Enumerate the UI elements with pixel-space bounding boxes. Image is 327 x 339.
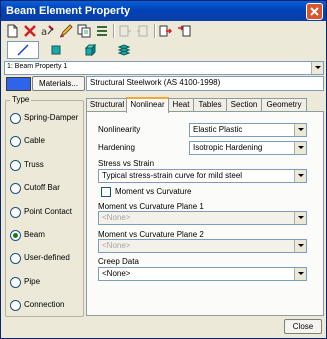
type-group-legend: Type [10,95,32,104]
creep-data-label: Creep Data [98,257,139,266]
line-display-icon [17,44,29,56]
tab-structural[interactable]: Structural [86,98,128,111]
rename-icon[interactable]: a [41,24,55,38]
radio-icon [10,300,21,311]
material-color-swatch[interactable] [6,77,31,91]
hardening-label: Hardening [98,143,135,152]
radio-label: Truss [24,160,44,169]
close-button[interactable]: Close [284,319,322,334]
material-field[interactable]: Structural Steelwork (AS 4100-1998) [86,76,324,91]
radio-label: Pipe [24,277,41,286]
moment-curvature-label: Moment vs Curvature [115,187,192,196]
import-from-icon[interactable] [177,24,191,38]
layered-icon[interactable] [117,43,131,57]
radio-label: Spring-Damper [24,113,79,122]
tab-geometry[interactable]: Geometry [261,98,307,111]
solid-square-icon[interactable] [49,43,63,57]
toolbar-separator [154,24,156,38]
hardening-select[interactable]: Isotropic Hardening [189,141,307,155]
delete-icon[interactable] [23,24,37,38]
tab-tables[interactable]: Tables [193,98,227,111]
export-to-icon[interactable] [159,24,173,38]
chevron-down-icon[interactable] [294,142,306,154]
radio-label: Connection [24,300,65,309]
radio-icon [10,207,21,218]
export-icon[interactable] [136,24,150,38]
solid-cube-icon[interactable] [83,43,97,57]
radio-icon [10,160,21,171]
close-icon [310,7,319,16]
chevron-down-icon[interactable] [294,240,306,252]
nonlinear-panel: Nonlinearity Elastic Plastic Hardening I… [86,111,324,316]
title-bar[interactable]: Beam Element Property [1,1,326,21]
radio-icon [10,253,21,264]
plane2-label: Moment vs Curvature Plane 2 [98,230,204,239]
toolbar-separator [113,24,115,38]
radio-icon [10,277,21,288]
plane1-select[interactable]: <None> [98,211,307,225]
plane1-label: Moment vs Curvature Plane 1 [98,202,204,211]
plane1-value: <None> [102,213,131,222]
property-select-value: 1: Beam Property 1 [7,63,68,70]
copy-icon[interactable] [77,24,91,38]
creep-data-select[interactable]: <None> [98,267,307,281]
window-close-button[interactable] [306,3,323,20]
radio-selected-dot [13,233,18,238]
radio-label: User-defined [24,253,70,262]
radio-icon [10,183,21,194]
toolbar-actions: a [1,22,326,40]
radio-label: Point Contact [24,207,73,216]
window-title: Beam Element Property [6,5,131,17]
beam-element-property-window: Beam Element Property a 1: Beam Property… [0,0,327,339]
tab-section[interactable]: Section [226,98,262,111]
stress-strain-label: Stress vs Strain [98,159,155,168]
property-tabs: Structural Nonlinear Heat Tables Section… [86,97,323,113]
radio-label: Beam [24,230,45,239]
plane2-value: <None> [102,241,131,250]
edit-icon[interactable] [59,24,73,38]
radio-icon [10,230,21,241]
nonlinearity-select[interactable]: Elastic Plastic [189,123,307,137]
new-icon[interactable] [5,24,19,38]
moment-curvature-checkbox[interactable] [101,187,111,197]
radio-label: Cutoff Bar [24,183,60,192]
list-icon[interactable] [95,24,109,38]
chevron-down-icon[interactable] [294,268,306,280]
plane2-select[interactable]: <None> [98,239,307,253]
chevron-down-icon[interactable] [294,170,306,182]
creep-data-value: <None> [102,269,131,278]
chevron-down-icon[interactable] [294,212,306,224]
property-select[interactable]: 1: Beam Property 1 [4,61,324,75]
tab-nonlinear[interactable]: Nonlinear [126,97,169,113]
toolbar-display [1,41,326,59]
nonlinearity-value: Elastic Plastic [193,125,243,134]
material-value: Structural Steelwork (AS 4100-1998) [90,78,221,87]
hardening-value: Isotropic Hardening [193,143,263,152]
type-group: Type Spring-Damper Cable Truss Cutoff Ba… [5,95,84,317]
radio-icon [10,136,21,147]
chevron-down-icon[interactable] [294,124,306,136]
tab-heat[interactable]: Heat [168,98,194,111]
materials-button[interactable]: Materials... [32,76,85,91]
stress-strain-value: Typical stress-strain curve for mild ste… [102,171,243,180]
import-icon[interactable] [118,24,132,38]
svg-text:a: a [41,27,47,38]
chevron-down-icon[interactable] [311,62,323,74]
nonlinearity-label: Nonlinearity [98,125,141,134]
radio-label: Cable [24,136,45,145]
line-display-button[interactable] [7,41,39,59]
stress-strain-select[interactable]: Typical stress-strain curve for mild ste… [98,169,307,183]
radio-icon [10,113,21,124]
